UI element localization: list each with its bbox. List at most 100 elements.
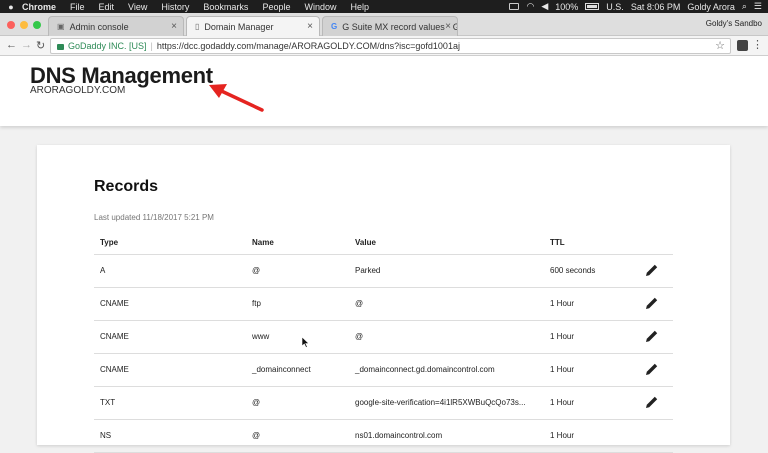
record-ttl: 1 Hour <box>544 386 639 420</box>
record-name: @ <box>246 386 349 420</box>
menu-history[interactable]: History <box>161 2 189 12</box>
record-type: CNAME <box>94 353 246 387</box>
close-tab-icon[interactable]: × <box>307 21 313 32</box>
tab-domain-manager[interactable]: ▯ Domain Manager × <box>186 16 320 36</box>
pencil-icon[interactable] <box>645 395 659 409</box>
record-ttl: 600 seconds <box>544 254 639 288</box>
record-value: _domainconnect.gd.domaincontrol.com <box>349 353 544 387</box>
record-value: @ <box>349 287 544 321</box>
page-header: DNS Management ARORAGOLDY.COM <box>0 56 768 126</box>
record-ttl: 1 Hour <box>544 320 639 354</box>
record-value: google-site-verification=4i1lR5XWBuQcQo7… <box>349 386 544 420</box>
table-header-row: Type Name Value TTL <box>94 231 673 255</box>
bookmark-star-icon[interactable]: ☆ <box>715 39 725 52</box>
edit-record-button[interactable] <box>639 320 673 354</box>
table-row: TXT @ google-site-verification=4i1lR5XWB… <box>94 386 673 420</box>
google-icon: G <box>331 22 338 31</box>
tab-title: G Suite MX record values - G <box>342 21 458 32</box>
record-ttl: 1 Hour <box>544 353 639 387</box>
tab-title: Domain Manager <box>204 21 274 32</box>
close-tab-icon[interactable]: × <box>445 21 451 32</box>
pencil-icon[interactable] <box>645 329 659 343</box>
menu-file[interactable]: File <box>70 2 85 12</box>
domain-name: ARORAGOLDY.COM <box>30 85 126 96</box>
extension-icon[interactable] <box>737 40 748 51</box>
column-actions <box>639 231 673 255</box>
screen-record-icon[interactable] <box>509 3 520 10</box>
column-name: Name <box>246 231 349 255</box>
menu-edit[interactable]: Edit <box>99 2 115 12</box>
menu-chrome[interactable]: Chrome <box>22 2 56 12</box>
reload-icon[interactable]: ↻ <box>36 39 45 52</box>
close-window-icon[interactable] <box>7 21 15 29</box>
close-tab-icon[interactable]: × <box>171 21 177 32</box>
url-text: https://dcc.godaddy.com/manage/ARORAGOLD… <box>156 41 460 51</box>
back-icon[interactable]: ← <box>6 39 17 51</box>
record-name: _domainconnect <box>246 353 349 387</box>
record-type: TXT <box>94 386 246 420</box>
record-name: @ <box>246 254 349 288</box>
browser-toolbar: ← → ↻ GoDaddy INC. [US] | https://dcc.go… <box>0 36 768 56</box>
edit-record-button[interactable] <box>639 254 673 288</box>
user-name[interactable]: Goldy Arora <box>687 2 735 12</box>
profile-name[interactable]: Goldy's Sandbo <box>706 19 762 28</box>
mouse-cursor-icon <box>302 337 310 348</box>
record-name: @ <box>246 419 349 453</box>
address-bar[interactable]: GoDaddy INC. [US] | https://dcc.godaddy.… <box>50 38 731 54</box>
battery-icon[interactable] <box>585 3 600 10</box>
menu-window[interactable]: Window <box>304 2 336 12</box>
pencil-icon[interactable] <box>645 296 659 310</box>
menu-view[interactable]: View <box>128 2 147 12</box>
more-menu-icon[interactable]: ⋮ <box>752 38 763 51</box>
browser-tab-strip: ▣ Admin console × ▯ Domain Manager × G G… <box>0 13 768 36</box>
record-type: A <box>94 254 246 288</box>
status-area: ◠ ◀ 100% U.S. Sat 8:06 PM Goldy Arora ⌕ … <box>509 0 762 13</box>
battery-percent[interactable]: 100% <box>555 2 578 12</box>
input-source[interactable]: U.S. <box>606 2 624 12</box>
record-type: CNAME <box>94 287 246 321</box>
pencil-icon[interactable] <box>645 362 659 376</box>
document-icon: ▯ <box>195 22 200 31</box>
records-card: Records Last updated 11/18/2017 5:21 PM … <box>37 145 730 453</box>
edit-record-button[interactable] <box>639 386 673 420</box>
edit-record-button[interactable] <box>639 353 673 387</box>
table-row: CNAME www @ 1 Hour <box>94 320 673 354</box>
minimize-window-icon[interactable] <box>20 21 28 29</box>
forward-icon[interactable]: → <box>21 39 32 51</box>
zoom-window-icon[interactable] <box>33 21 41 29</box>
table-row: CNAME _domainconnect _domainconnect.gd.d… <box>94 353 673 387</box>
record-value: Parked <box>349 254 544 288</box>
edit-record-button[interactable] <box>639 287 673 321</box>
dns-records-table: Type Name Value TTL A @ Parked 600 secon… <box>94 231 673 453</box>
table-row: CNAME ftp @ 1 Hour <box>94 287 673 321</box>
page-icon: ▣ <box>57 22 65 31</box>
records-heading: Records <box>94 178 159 195</box>
lock-icon <box>57 44 64 50</box>
record-name: www <box>246 320 349 354</box>
search-icon[interactable]: ⌕ <box>742 1 747 12</box>
apple-icon[interactable]: ● <box>0 2 22 12</box>
menu-help[interactable]: Help <box>350 2 369 12</box>
record-type: CNAME <box>94 320 246 354</box>
tab-title: Admin console <box>69 21 129 32</box>
tab-gsuite-mx[interactable]: G G Suite MX record values - G × <box>322 16 458 36</box>
column-value: Value <box>349 231 544 255</box>
mac-menu-bar: ● Chrome File Edit View History Bookmark… <box>0 0 768 13</box>
tab-admin-console[interactable]: ▣ Admin console × <box>48 16 184 36</box>
last-updated: Last updated 11/18/2017 5:21 PM <box>94 213 214 222</box>
menu-people[interactable]: People <box>262 2 290 12</box>
record-ttl: 1 Hour <box>544 419 639 453</box>
record-value: ns01.domaincontrol.com <box>349 419 544 453</box>
clock[interactable]: Sat 8:06 PM <box>631 2 681 12</box>
column-type: Type <box>94 231 246 255</box>
column-ttl: TTL <box>544 231 639 255</box>
wifi-icon[interactable]: ◠ <box>526 1 534 12</box>
edit-record-button[interactable] <box>639 419 673 453</box>
volume-icon[interactable]: ◀ <box>541 1 548 12</box>
record-value: @ <box>349 320 544 354</box>
record-name: ftp <box>246 287 349 321</box>
menu-bookmarks[interactable]: Bookmarks <box>203 2 248 12</box>
pencil-icon[interactable] <box>645 263 659 277</box>
notification-icon[interactable]: ☰ <box>754 1 762 12</box>
table-row: NS @ ns01.domaincontrol.com 1 Hour <box>94 419 673 453</box>
